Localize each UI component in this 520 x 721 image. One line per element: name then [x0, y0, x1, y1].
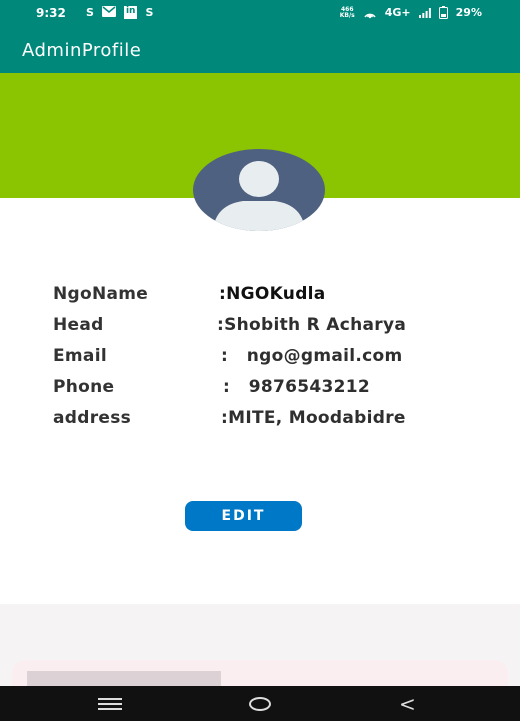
email-value: : ngo@gmail.com: [221, 346, 403, 366]
status-time: 9:32: [36, 6, 66, 20]
profile-row-head: Head :Shobith R Acharya: [53, 315, 493, 346]
recent-apps-icon[interactable]: [98, 698, 122, 710]
battery-percent: 29%: [455, 6, 482, 19]
notification-icons: S in S: [86, 6, 153, 19]
s-notification-icon-2: S: [145, 6, 154, 19]
status-right: 466 KB/s 4G+ 29%: [340, 6, 482, 19]
app-bar: AdminProfile: [0, 28, 520, 73]
profile-row-ngoname: NgoName :NGOKudla: [53, 284, 493, 315]
network-type: 4G+: [384, 6, 411, 19]
network-speed: 466 KB/s: [339, 5, 355, 19]
profile-details: NgoName :NGOKudla Head :Shobith R Achary…: [53, 284, 493, 439]
email-label: Email: [53, 346, 107, 366]
phone-value: : 9876543212: [223, 377, 371, 397]
ngoname-value: :NGOKudla: [219, 284, 326, 304]
battery-icon: [438, 6, 448, 19]
linkedin-icon: in: [123, 6, 138, 19]
ngoname-label: NgoName: [53, 284, 149, 304]
signal-icon: [418, 7, 431, 18]
status-bar: 9:32 S in S 466 KB/s 4G+ 29%: [0, 0, 520, 28]
edit-button[interactable]: EDIT: [185, 501, 302, 531]
address-label: address: [53, 408, 132, 428]
profile-row-email: Email : ngo@gmail.com: [53, 346, 493, 377]
mail-icon: [101, 6, 116, 17]
back-icon[interactable]: <: [399, 692, 416, 716]
profile-row-address: address :MITE, Moodabidre: [53, 408, 493, 439]
head-value: :Shobith R Acharya: [217, 315, 407, 335]
hotspot-icon: [364, 13, 376, 18]
home-icon[interactable]: [249, 697, 271, 711]
avatar-icon: [193, 149, 325, 231]
head-label: Head: [53, 315, 104, 335]
s-notification-icon: S: [86, 6, 94, 19]
profile-row-phone: Phone : 9876543212: [53, 377, 493, 408]
page-title: AdminProfile: [22, 40, 142, 61]
address-value: :MITE, Moodabidre: [221, 408, 406, 428]
phone-label: Phone: [53, 377, 115, 397]
